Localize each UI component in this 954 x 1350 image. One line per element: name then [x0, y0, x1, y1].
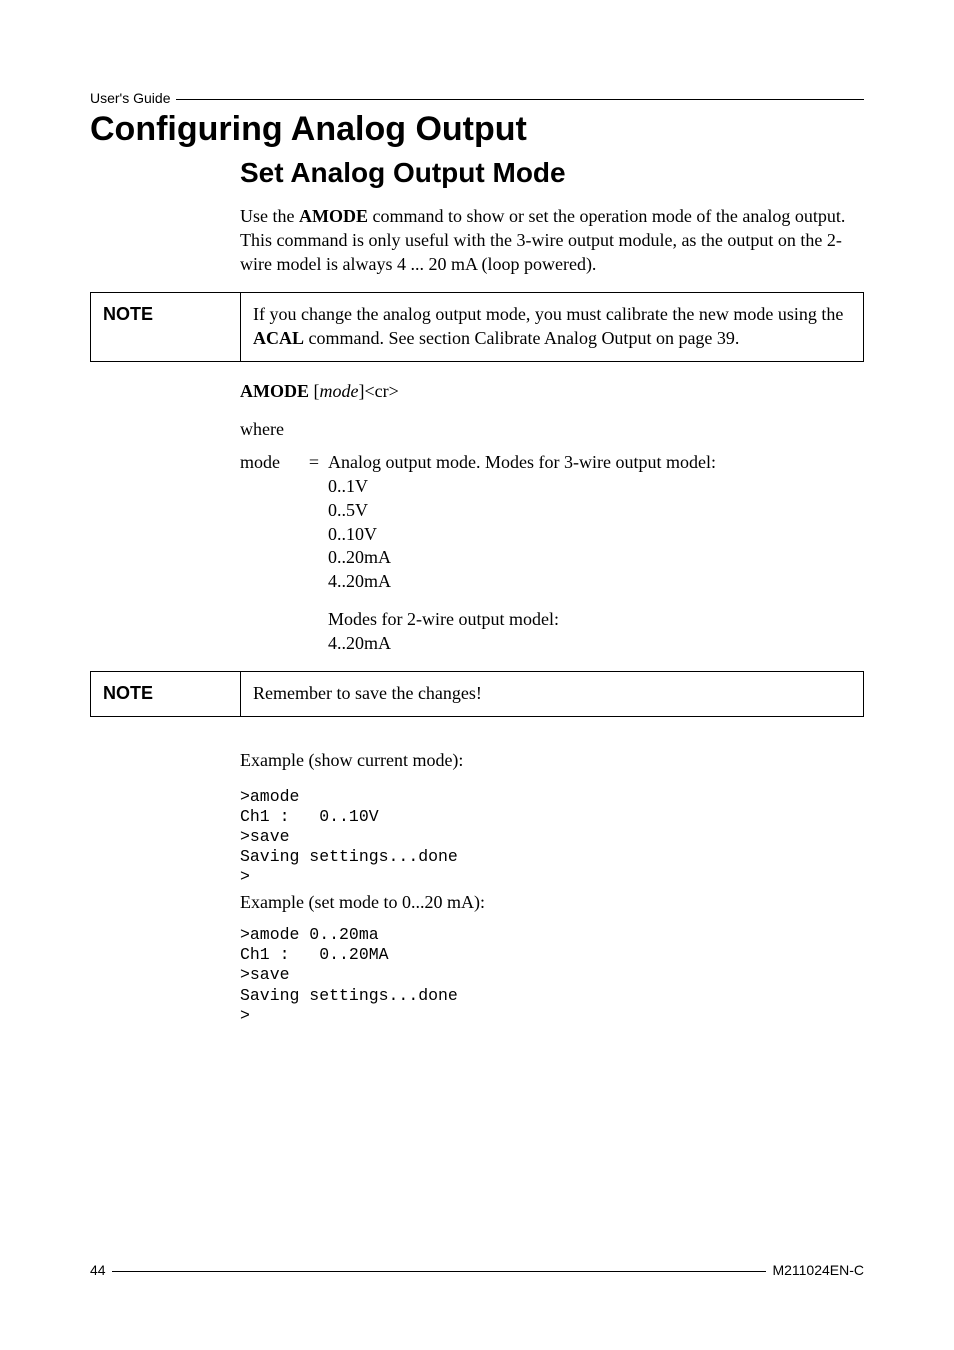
param-modes-2wire: 4..20mA — [328, 632, 864, 656]
spacer — [328, 594, 864, 608]
section-title: Set Analog Output Mode — [240, 157, 864, 189]
note-label: NOTE — [91, 293, 241, 362]
syntax-block: AMODE [mode]<cr> where mode = Analog out… — [240, 380, 864, 656]
intro-cmd: AMODE — [299, 206, 368, 226]
footer: 44 M211024EN-C — [90, 1262, 864, 1278]
param-desc-line: Analog output mode. Modes for 3-wire out… — [328, 451, 864, 475]
doc-id: M211024EN-C — [772, 1262, 864, 1278]
intro-paragraph: Use the AMODE command to show or set the… — [240, 205, 864, 276]
example2-label: Example (set mode to 0...20 mA): — [240, 891, 864, 915]
example2-code: >amode 0..20ma Ch1 : 0..20MA >save Savin… — [240, 925, 864, 1026]
param-name: mode — [240, 451, 300, 655]
intro-pre: Use the — [240, 206, 299, 226]
param-row: mode = Analog output mode. Modes for 3-w… — [240, 451, 864, 655]
syntax-cmd: AMODE — [240, 381, 309, 401]
page-title: Configuring Analog Output — [90, 110, 864, 149]
syntax-arg: mode — [320, 381, 359, 401]
param-desc: Analog output mode. Modes for 3-wire out… — [328, 451, 864, 655]
param-modes-3wire: 0..1V 0..5V 0..10V 0..20mA 4..20mA — [328, 475, 864, 594]
note-text: Remember to save the changes! — [241, 672, 864, 717]
running-head: User's Guide — [90, 90, 170, 106]
param-eq: = — [300, 451, 328, 655]
examples-block: Example (show current mode): >amode Ch1 … — [240, 749, 864, 1026]
note-text: If you change the analog output mode, yo… — [241, 293, 864, 362]
note-box-1: NOTE If you change the analog output mod… — [90, 292, 864, 362]
note1-post: command. See section Calibrate Analog Ou… — [304, 328, 739, 348]
running-head-row: User's Guide — [90, 90, 864, 110]
page-container: User's Guide Configuring Analog Output S… — [0, 0, 954, 1026]
param-desc-2: Modes for 2-wire output model: — [328, 608, 864, 632]
note-box-2: NOTE Remember to save the changes! — [90, 671, 864, 717]
page-number: 44 — [90, 1262, 106, 1278]
note-label: NOTE — [91, 672, 241, 717]
syntax-line: AMODE [mode]<cr> — [240, 380, 864, 404]
note1-cmd: ACAL — [253, 328, 304, 348]
example1-code: >amode Ch1 : 0..10V >save Saving setting… — [240, 787, 864, 888]
where-label: where — [240, 418, 864, 442]
spacer — [90, 735, 864, 749]
footer-rule — [112, 1271, 767, 1272]
note1-pre: If you change the analog output mode, yo… — [253, 304, 843, 324]
syntax-tail: <cr> — [365, 381, 399, 401]
running-head-rule — [176, 99, 864, 100]
example1-label: Example (show current mode): — [240, 749, 864, 773]
